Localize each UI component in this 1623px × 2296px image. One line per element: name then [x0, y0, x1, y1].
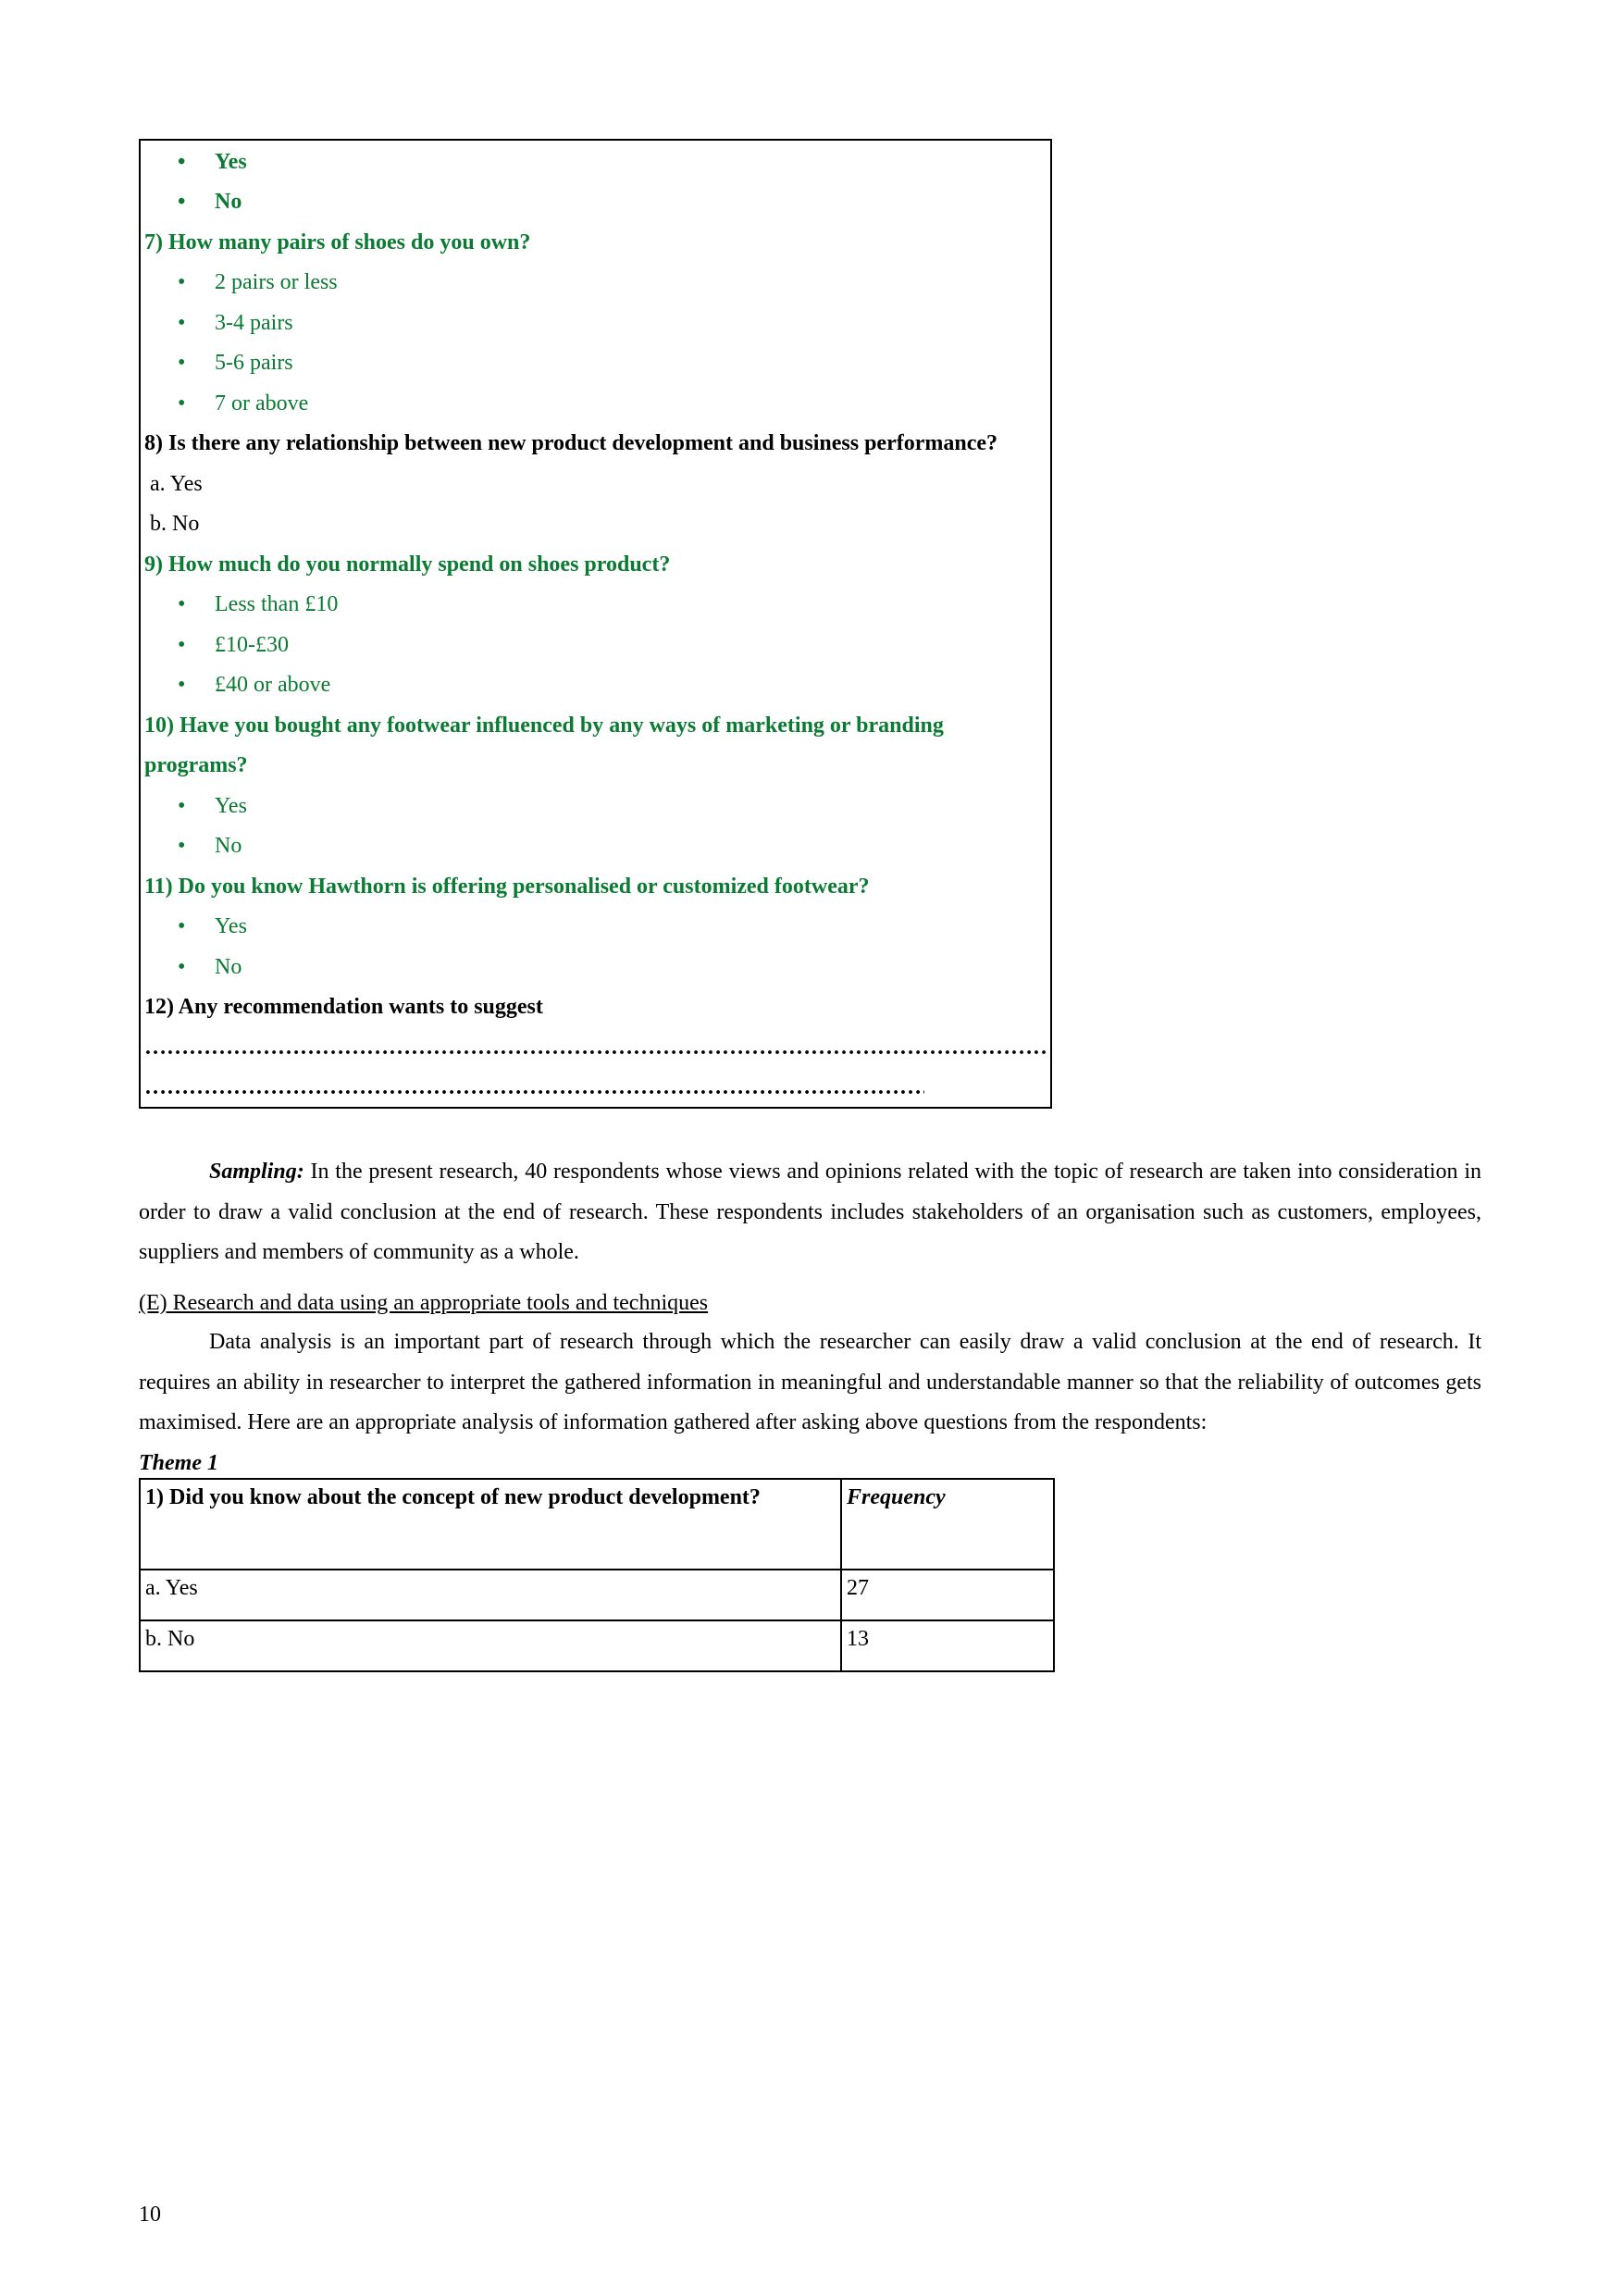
bullet-icon: •: [178, 391, 186, 416]
sampling-text: In the present research, 40 respondents …: [139, 1160, 1481, 1264]
table-cell-option: a. Yes: [139, 1569, 842, 1621]
question-10: 10) Have you bought any footwear influen…: [144, 714, 944, 738]
bullet-icon: •: [178, 794, 186, 818]
bullet-icon: •: [178, 270, 186, 294]
bullet-icon: •: [178, 311, 186, 335]
bullet-icon: •: [178, 673, 186, 697]
option-label: £40 or above: [215, 673, 331, 697]
option-label: Less than £10: [215, 592, 339, 616]
questionnaire-box: • Yes • No 7) How many pairs of shoes do…: [139, 139, 1052, 1109]
data-analysis-paragraph: Data analysis is an important part of re…: [139, 1330, 1481, 1434]
option-label: Yes: [215, 794, 247, 818]
table-header-frequency: Frequency: [840, 1478, 1055, 1570]
bullet-icon: •: [178, 955, 186, 979]
option-label: 2 pairs or less: [215, 270, 338, 294]
question-8: 8) Is there any relationship between new…: [144, 431, 998, 455]
option-label: b. No: [150, 512, 200, 536]
option-label: Yes: [215, 914, 247, 938]
table-row: a. Yes 27: [139, 1569, 1055, 1621]
frequency-table: 1) Did you know about the concept of new…: [139, 1478, 1055, 1672]
bullet-icon: •: [178, 633, 186, 657]
table-cell-option: b. No: [139, 1620, 842, 1672]
answer-line: ……………………………………………………………………………………………………………: [144, 1075, 924, 1099]
option-label: 7 or above: [215, 391, 309, 416]
section-heading: (E) Research and data using an appropria…: [139, 1291, 709, 1315]
bullet-icon: •: [178, 914, 186, 938]
table-row: b. No 13: [139, 1620, 1055, 1672]
table-cell-frequency: 27: [840, 1569, 1055, 1621]
option-label: £10-£30: [215, 633, 289, 657]
bullet-icon: •: [178, 834, 186, 858]
bullet-icon: •: [178, 351, 186, 375]
question-11: 11) Do you know Hawthorn is offering per…: [144, 875, 870, 899]
bullet-icon: •: [178, 150, 186, 174]
table-header-question: 1) Did you know about the concept of new…: [139, 1478, 842, 1570]
question-12: 12) Any recommendation wants to suggest: [144, 995, 543, 1019]
option-label: No: [215, 955, 242, 979]
sampling-label: Sampling:: [209, 1160, 304, 1184]
option-label: No: [215, 190, 242, 214]
sampling-paragraph: Sampling: In the present research, 40 re…: [139, 1152, 1481, 1273]
document-page: • Yes • No 7) How many pairs of shoes do…: [0, 0, 1623, 2296]
option-label: 3-4 pairs: [215, 311, 293, 335]
bullet-icon: •: [178, 190, 186, 214]
question-7: 7) How many pairs of shoes do you own?: [144, 230, 531, 254]
table-cell-frequency: 13: [840, 1620, 1055, 1672]
bullet-icon: •: [178, 592, 186, 616]
question-9: 9) How much do you normally spend on sho…: [144, 552, 671, 577]
option-label: Yes: [215, 150, 247, 174]
option-label: No: [215, 834, 242, 858]
question-10-continued: programs?: [144, 753, 248, 777]
page-number: 10: [139, 2203, 161, 2227]
table-header-row: 1) Did you know about the concept of new…: [139, 1478, 1055, 1570]
option-label: 5-6 pairs: [215, 351, 293, 375]
answer-line: ……………………………………………………………………………………………………………: [144, 1036, 1047, 1060]
option-label: a. Yes: [150, 472, 203, 496]
theme-title: Theme 1: [139, 1451, 218, 1475]
